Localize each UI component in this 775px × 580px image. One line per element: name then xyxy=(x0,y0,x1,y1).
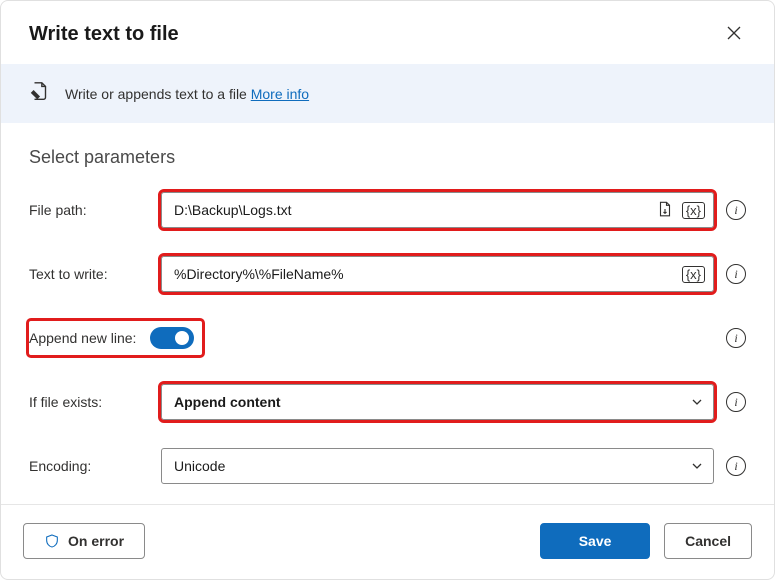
save-button[interactable]: Save xyxy=(540,523,650,559)
row-text-to-write: Text to write: {x} i xyxy=(29,254,746,294)
chevron-down-icon xyxy=(691,396,703,408)
append-new-line-label: Append new line: xyxy=(29,330,136,346)
dialog-title: Write text to file xyxy=(29,23,179,46)
encoding-label: Encoding: xyxy=(29,458,161,474)
row-encoding: Encoding: Unicode i xyxy=(29,446,746,486)
encoding-select[interactable]: Unicode xyxy=(161,448,714,484)
more-info-link[interactable]: More info xyxy=(251,86,309,102)
info-button-exists[interactable]: i xyxy=(726,392,746,412)
info-button-text[interactable]: i xyxy=(726,264,746,284)
if-file-exists-value: Append content xyxy=(174,394,281,410)
insert-variable-button[interactable]: {x} xyxy=(682,202,705,219)
on-error-label: On error xyxy=(68,533,124,549)
insert-variable-button[interactable]: {x} xyxy=(682,266,705,283)
section-title: Select parameters xyxy=(29,147,746,168)
write-file-icon xyxy=(29,80,51,107)
banner-text: Write or appends text to a file More inf… xyxy=(65,86,309,102)
info-button-encoding[interactable]: i xyxy=(726,456,746,476)
chevron-down-icon xyxy=(691,460,703,472)
text-to-write-input[interactable] xyxy=(174,257,682,291)
if-file-exists-select[interactable]: Append content xyxy=(161,384,714,420)
dialog-header: Write text to file xyxy=(1,1,774,64)
info-button-file-path[interactable]: i xyxy=(726,200,746,220)
info-banner: Write or appends text to a file More inf… xyxy=(1,64,774,123)
file-path-input[interactable] xyxy=(174,193,654,227)
shield-icon xyxy=(44,533,60,549)
info-button-append[interactable]: i xyxy=(726,328,746,348)
encoding-value: Unicode xyxy=(174,458,225,474)
file-picker-button[interactable] xyxy=(654,198,676,223)
cancel-button[interactable]: Cancel xyxy=(664,523,752,559)
file-arrow-icon xyxy=(656,200,674,218)
row-file-path: File path: {x} i xyxy=(29,190,746,230)
close-icon xyxy=(726,25,742,41)
banner-desc: Write or appends text to a file xyxy=(65,86,247,102)
row-if-file-exists: If file exists: Append content i xyxy=(29,382,746,422)
text-to-write-label: Text to write: xyxy=(29,266,161,282)
close-button[interactable] xyxy=(722,21,746,48)
append-new-line-toggle[interactable] xyxy=(150,327,194,349)
row-append-new-line: Append new line: i xyxy=(29,318,746,358)
save-label: Save xyxy=(579,533,612,549)
file-path-label: File path: xyxy=(29,202,161,218)
on-error-button[interactable]: On error xyxy=(23,523,145,559)
text-to-write-input-wrap: {x} xyxy=(161,256,714,292)
cancel-label: Cancel xyxy=(685,533,731,549)
dialog-footer: On error Save Cancel xyxy=(1,504,774,579)
file-path-input-wrap: {x} xyxy=(161,192,714,228)
append-toggle-group: Append new line: xyxy=(29,321,202,355)
dialog-content: Select parameters File path: {x} i Text … xyxy=(1,123,774,504)
if-file-exists-label: If file exists: xyxy=(29,394,161,410)
